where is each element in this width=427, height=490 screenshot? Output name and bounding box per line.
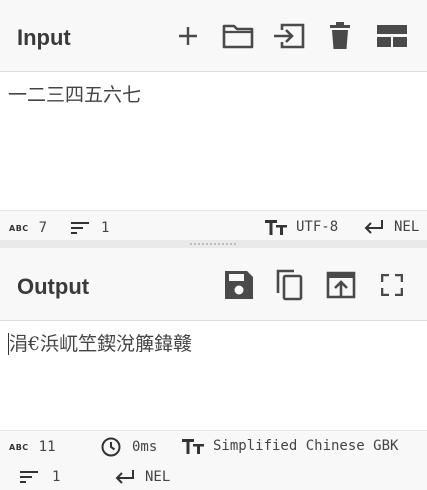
return-icon: [364, 220, 383, 234]
lines-icon: [71, 222, 89, 234]
copy-output-button[interactable]: [272, 268, 306, 302]
abc-icon: ABC: [9, 223, 29, 233]
lines-icon: [20, 471, 38, 483]
copy-icon: [276, 269, 303, 301]
input-encoding-button[interactable]: UTF-8: [265, 219, 338, 235]
panel-resize-handle[interactable]: [0, 240, 427, 248]
layout-icon: [377, 25, 407, 47]
clear-input-button[interactable]: [323, 19, 357, 53]
input-lines-value: 1: [101, 220, 110, 236]
text-size-icon: [182, 439, 204, 454]
folder-open-icon: [222, 24, 254, 49]
input-text: 一二三四五六七: [8, 84, 142, 106]
output-encoding-value: Simplified Chinese GBK: [213, 438, 399, 454]
replace-input-button[interactable]: [324, 268, 358, 302]
output-textarea[interactable]: 涓€浜屼笁鍥涗簲鍏竷: [0, 329, 427, 429]
text-size-icon: [265, 220, 287, 235]
reset-layout-button[interactable]: [375, 19, 409, 53]
maximise-output-button[interactable]: [375, 268, 409, 302]
input-length-value: 7: [38, 220, 48, 236]
replace-input-icon: [326, 271, 356, 299]
input-title: Input: [17, 25, 71, 50]
fullscreen-icon: [381, 274, 403, 296]
output-encoding-button[interactable]: Simplified Chinese GBK: [182, 438, 398, 454]
return-icon: [115, 470, 134, 484]
import-icon: [274, 23, 305, 49]
abc-icon: ABC: [9, 442, 29, 452]
clock-icon: [101, 437, 121, 457]
input-panel-header: Input: [0, 0, 427, 72]
open-file-button[interactable]: [221, 19, 255, 53]
output-lines-stat: 1: [20, 469, 60, 485]
save-icon: [225, 271, 253, 299]
open-folder-button[interactable]: [272, 19, 306, 53]
add-input-button[interactable]: [171, 19, 205, 53]
output-eol-value: NEL: [145, 469, 171, 485]
output-panel-header: Output: [0, 248, 427, 321]
save-output-button[interactable]: [222, 268, 256, 302]
output-time-stat: 0ms: [101, 437, 157, 457]
input-eol-button[interactable]: NEL: [364, 219, 419, 235]
input-textarea[interactable]: 一二三四五六七: [0, 80, 427, 210]
trash-icon: [330, 22, 350, 49]
grip-dots: [190, 243, 238, 245]
output-lines-value: 1: [52, 469, 61, 485]
output-text: 涓€浜屼笁鍥涗簲鍏竷: [8, 333, 193, 355]
output-eol-button[interactable]: NEL: [115, 469, 170, 485]
output-length-stat: ABC 11: [9, 439, 56, 455]
input-lines-stat: 1: [71, 220, 109, 236]
input-encoding-value: UTF-8: [296, 219, 339, 235]
output-status-bar: ABC 11 0ms Simplified Chinese GBK 1 NEL: [0, 430, 427, 490]
input-eol-value: NEL: [394, 219, 420, 235]
output-time-value: 0ms: [132, 439, 158, 455]
input-length-stat: ABC 7: [9, 220, 47, 236]
output-title: Output: [17, 274, 90, 299]
add-icon: [179, 27, 197, 45]
output-length-value: 11: [38, 439, 56, 455]
input-status-bar: ABC 7 1 UTF-8 NEL: [0, 210, 427, 240]
